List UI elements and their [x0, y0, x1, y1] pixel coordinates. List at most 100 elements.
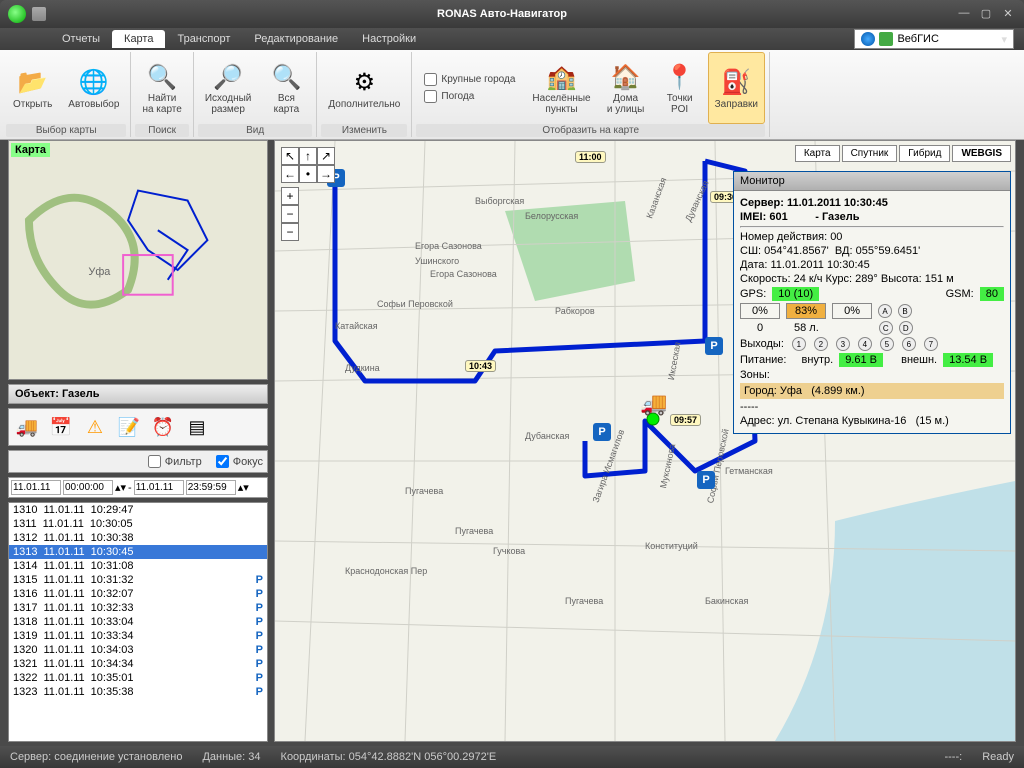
menu-Отчеты[interactable]: Отчеты — [50, 30, 112, 48]
event-row[interactable]: 132211.01.1110:35:01P — [9, 671, 267, 685]
event-row[interactable]: 131711.01.1110:32:33P — [9, 601, 267, 615]
parking-icon: P — [256, 616, 263, 628]
webgis-input[interactable] — [897, 33, 997, 45]
ribbon-poi[interactable]: 📍ТочкиPOI — [654, 52, 706, 124]
time-from[interactable] — [63, 480, 113, 495]
more-icon: ⚙ — [348, 67, 380, 99]
ribbon-find[interactable]: 🔍Найтина карте — [135, 52, 188, 124]
maximize-button[interactable]: ▢ — [978, 7, 994, 21]
event-row[interactable]: 131811.01.1110:33:04P — [9, 615, 267, 629]
event-row[interactable]: 131511.01.1110:31:32P — [9, 573, 267, 587]
ribbon-open[interactable]: 📂Открыть — [6, 52, 59, 124]
event-row[interactable]: 131911.01.1110:33:34P — [9, 629, 267, 643]
pan-n[interactable]: ↑ — [299, 147, 317, 165]
alert-icon[interactable]: ⚠ — [81, 413, 109, 441]
parking-icon: P — [256, 672, 263, 684]
maptype-Спутник[interactable]: Спутник — [842, 145, 898, 162]
ribbon: 📂Открыть🌐АвтовыборВыбор карты🔍Найтина ка… — [0, 50, 1024, 140]
truck-icon[interactable]: 🚚 — [13, 413, 41, 441]
date-range: ▴▾ - ▴▾ — [8, 477, 268, 498]
map-controls: ↖ ↑ ↗ ← • → + − − — [281, 147, 335, 241]
event-row[interactable]: 132011.01.1110:34:03P — [9, 643, 267, 657]
event-row[interactable]: 132111.01.1110:34:34P — [9, 657, 267, 671]
zoom-out[interactable]: − — [281, 223, 299, 241]
ribbon-more[interactable]: ⚙Дополнительно — [321, 52, 407, 124]
event-list[interactable]: 131011.01.1110:29:47131111.01.1110:30:05… — [8, 502, 268, 742]
event-row[interactable]: 131411.01.1110:31:08 — [9, 559, 267, 573]
menu-Карта[interactable]: Карта — [112, 30, 165, 48]
find-icon: 🔍 — [146, 61, 178, 93]
towns-icon: 🏫 — [546, 61, 578, 93]
dropdown-icon[interactable]: ▾ — [1001, 33, 1007, 46]
refresh-icon — [879, 32, 893, 46]
ribbon-towns[interactable]: 🏫Населённыепункты — [525, 52, 597, 124]
street-label: Егора Сазонова — [430, 269, 497, 279]
date-from[interactable] — [11, 480, 61, 495]
pan-e[interactable]: → — [317, 165, 335, 183]
time-tag: 09:57 — [670, 414, 701, 426]
minimap[interactable]: Карта Уфа — [8, 140, 268, 380]
menu-Редактирование[interactable]: Редактирование — [242, 30, 350, 48]
object-label: Объект: Газель — [8, 384, 268, 404]
maptype-Гибрид[interactable]: Гибрид — [899, 145, 950, 162]
street-label: Белорусская — [525, 211, 578, 221]
menu-Транспорт[interactable]: Транспорт — [165, 30, 242, 48]
ribbon-autoselect[interactable]: 🌐Автовыбор — [61, 52, 126, 124]
street-label: Гучкова — [493, 546, 525, 556]
zoom-in[interactable]: + — [281, 187, 299, 205]
spinner-icon[interactable]: ▴▾ — [238, 481, 249, 494]
event-row[interactable]: 132311.01.1110:35:38P — [9, 685, 267, 699]
app-logo-icon — [8, 5, 26, 23]
street-label: Пугачева — [455, 526, 493, 536]
close-button[interactable]: ✕ — [1000, 7, 1016, 21]
ribbon-fuel[interactable]: ⛽Заправки — [708, 52, 765, 124]
parking-icon: P — [256, 630, 263, 642]
ribbon-orig-size[interactable]: 🔎Исходныйразмер — [198, 52, 259, 124]
webgis-selector[interactable]: ▾ — [854, 29, 1014, 49]
filter-checkbox[interactable]: Фильтр — [146, 453, 204, 470]
note-icon[interactable]: 📝 — [115, 413, 143, 441]
list-icon[interactable]: ▤ — [183, 413, 211, 441]
fuel-icon: ⛽ — [720, 67, 752, 99]
time-to[interactable] — [186, 480, 236, 495]
pan-w[interactable]: ← — [281, 165, 299, 183]
monitor-panel[interactable]: Монитор Сервер: 11.01.2011 10:30:45 IMEI… — [733, 171, 1011, 434]
open-icon: 📂 — [17, 67, 49, 99]
street-label: Софьи Перовской — [377, 299, 453, 309]
maptype-Карта[interactable]: Карта — [795, 145, 840, 162]
check-Крупные города[interactable]: Крупные города — [422, 71, 517, 88]
event-row[interactable]: 131311.01.1110:30:45 — [9, 545, 267, 559]
pan-ne[interactable]: ↗ — [317, 147, 335, 165]
calendar-icon[interactable]: 📅 — [47, 413, 75, 441]
event-row[interactable]: 131011.01.1110:29:47 — [9, 503, 267, 517]
zoom-mid[interactable]: − — [281, 205, 299, 223]
parking-icon: P — [697, 471, 715, 489]
street-label: Пугачева — [405, 486, 443, 496]
street-label: Дубанская — [525, 431, 569, 441]
ribbon-houses[interactable]: 🏠Домаи улицы — [600, 52, 652, 124]
spinner-icon[interactable]: ▴▾ — [115, 481, 126, 494]
pan-nw[interactable]: ↖ — [281, 147, 299, 165]
parking-icon: P — [256, 686, 263, 698]
menu-Настройки[interactable]: Настройки — [350, 30, 428, 48]
orig-size-icon: 🔎 — [212, 61, 244, 93]
street-label: Краснодонская Пер — [345, 566, 427, 576]
date-to[interactable] — [134, 480, 184, 495]
pan-home[interactable]: • — [299, 165, 317, 183]
event-row[interactable]: 131611.01.1110:32:07P — [9, 587, 267, 601]
ribbon-full-map[interactable]: 🔍Всякарта — [260, 52, 312, 124]
focus-checkbox[interactable]: Фокус — [214, 453, 265, 470]
main-map[interactable]: Выборгская Белорусская Казанская Дуванск… — [274, 140, 1016, 742]
event-row[interactable]: 131211.01.1110:30:38 — [9, 531, 267, 545]
vehicle-icon: 🚚 — [640, 391, 667, 417]
maptype-WEBGIS[interactable]: WEBGIS — [952, 145, 1011, 162]
street-label: Егора Сазонова — [415, 241, 482, 251]
clock-icon[interactable]: ⏰ — [149, 413, 177, 441]
minimize-button[interactable]: — — [956, 7, 972, 21]
event-row[interactable]: 131111.01.1110:30:05 — [9, 517, 267, 531]
svg-text:Уфа: Уфа — [88, 266, 111, 278]
check-Погода[interactable]: Погода — [422, 88, 517, 105]
houses-icon: 🏠 — [610, 61, 642, 93]
parking-icon: P — [256, 658, 263, 670]
street-label: Выборгская — [475, 196, 524, 206]
